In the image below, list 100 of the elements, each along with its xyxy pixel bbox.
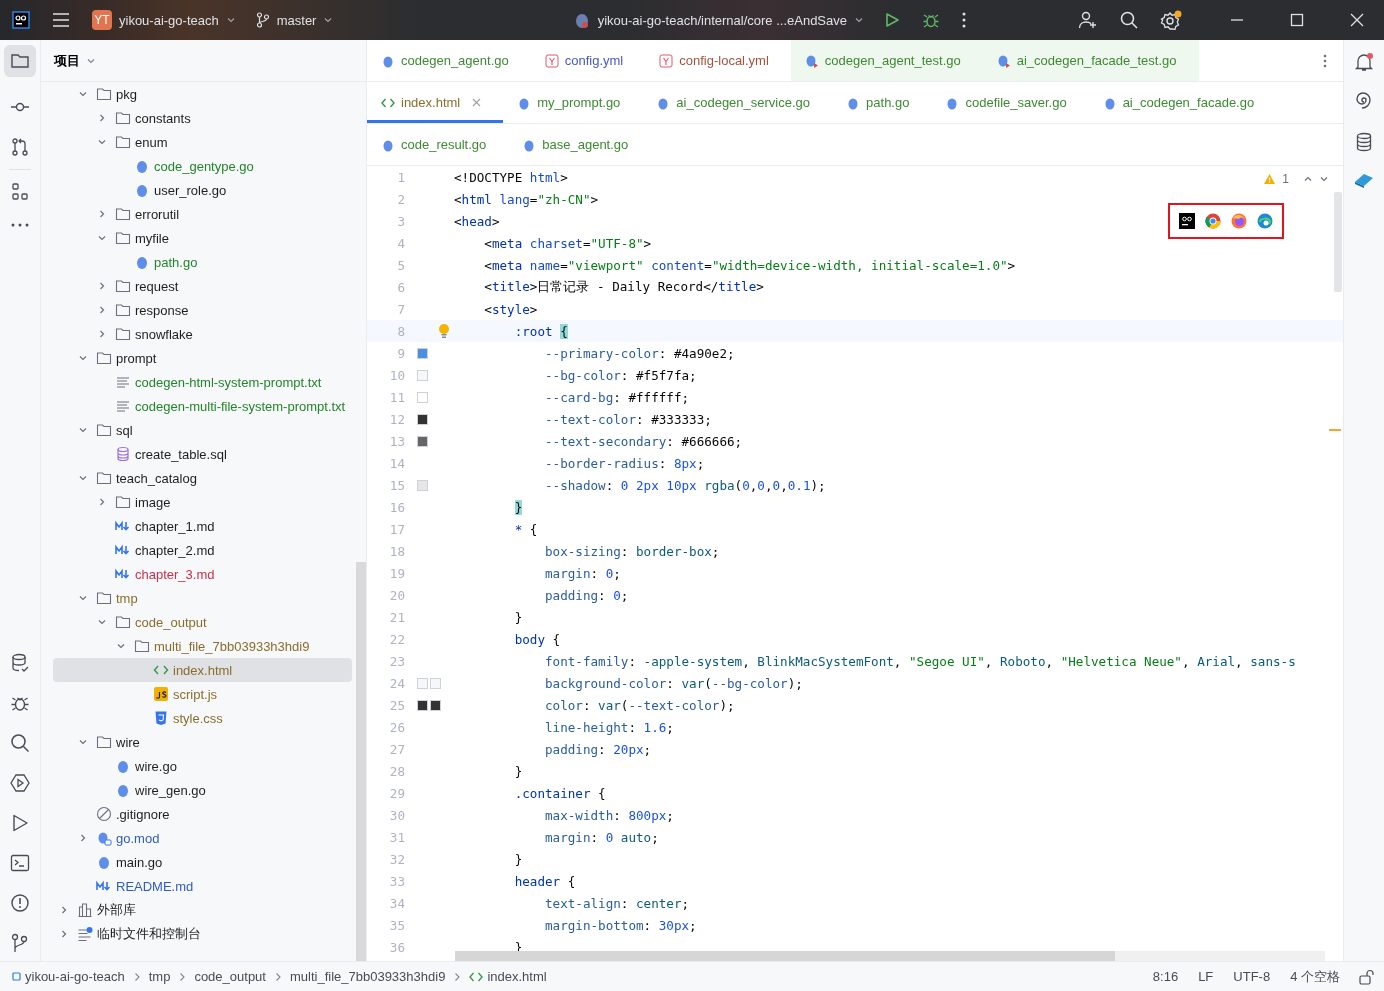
folder-icon[interactable] [4, 45, 36, 77]
branch-icon[interactable] [255, 12, 270, 28]
tree-item[interactable]: enum [53, 130, 352, 154]
tree-item[interactable]: 临时文件和控制台 [53, 922, 352, 946]
expand-chevron-icon[interactable] [59, 905, 69, 915]
tree-item[interactable]: constants [53, 106, 352, 130]
line-separator[interactable]: LF [1198, 969, 1214, 984]
previous-chevron-icon[interactable] [1303, 174, 1313, 184]
collapse-chevron-icon[interactable] [116, 641, 126, 651]
app-logo-icon[interactable] [12, 11, 30, 29]
color-swatch[interactable] [417, 391, 428, 403]
expand-chevron-icon[interactable] [97, 209, 107, 219]
notifications-icon[interactable] [1354, 52, 1374, 72]
tree-item[interactable]: .gitignore [53, 802, 352, 826]
structure-icon[interactable] [10, 182, 30, 202]
problems-icon[interactable] [10, 893, 30, 913]
editor-tab[interactable]: codefile_saver.go [931, 82, 1089, 123]
tree-item[interactable]: main.go [53, 850, 352, 874]
tree-item[interactable]: wire.go [53, 754, 352, 778]
breadcrumb-item[interactable]: index.html [469, 969, 547, 984]
tree-item[interactable]: script.js [53, 682, 352, 706]
breadcrumb-item[interactable]: yikou-ai-go-teach [12, 969, 125, 984]
expand-chevron-icon[interactable] [97, 497, 107, 507]
tree-item[interactable]: style.css [53, 706, 352, 730]
settings-icon[interactable] [1160, 10, 1182, 30]
color-swatch[interactable] [430, 677, 441, 689]
run-configuration-selector[interactable]: yikou-ai-go-teach/internal/core ...eAndSave [572, 11, 864, 29]
lock-icon[interactable] [1358, 968, 1374, 985]
terminal-icon[interactable] [10, 853, 30, 873]
database-icon[interactable] [10, 653, 30, 673]
expand-chevron-icon[interactable] [97, 305, 107, 315]
project-selector[interactable]: YT yikou-ai-go-teach [92, 10, 236, 30]
branch-selector[interactable]: master [255, 12, 334, 28]
breadcrumb-item[interactable]: multi_file_7bb03933h3hdi9 [289, 969, 446, 984]
run-icon[interactable] [884, 12, 900, 28]
tree-item[interactable]: go.mod [53, 826, 352, 850]
breadcrumb-item[interactable]: tmp [148, 969, 171, 984]
editor-tab[interactable]: path.go [832, 82, 932, 123]
debug-icon[interactable] [922, 11, 940, 29]
color-swatch[interactable] [417, 699, 428, 711]
collapse-chevron-icon[interactable] [78, 473, 88, 483]
browser-icon[interactable] [1257, 213, 1273, 229]
more-icon[interactable] [1323, 54, 1327, 68]
color-swatch[interactable] [417, 435, 428, 447]
tree-item[interactable]: index.html [53, 658, 352, 682]
expand-chevron-icon[interactable] [97, 281, 107, 291]
color-swatch[interactable] [417, 369, 428, 381]
tree-item[interactable]: myfile [53, 226, 352, 250]
editor-tab[interactable]: my_prompt.go [503, 82, 643, 123]
tree-item[interactable]: README.md [53, 874, 352, 898]
caret-icon[interactable] [225, 15, 236, 25]
warning-count[interactable]: 1 [1282, 172, 1289, 186]
tree-item[interactable]: multi_file_7bb03933h3hdi9 [53, 634, 352, 658]
tree-item[interactable]: chapter_1.md [53, 514, 352, 538]
caret-icon[interactable] [854, 15, 864, 25]
editor-tab[interactable]: ai_codegen_service.go [642, 82, 833, 123]
expand-chevron-icon[interactable] [78, 833, 88, 843]
spiral-icon[interactable] [1354, 92, 1374, 112]
tree-item[interactable]: chapter_2.md [53, 538, 352, 562]
editor-tab[interactable]: code_result.go [367, 124, 509, 165]
tree-item[interactable]: create_table.sql [53, 442, 352, 466]
tree-item[interactable]: wire [53, 730, 352, 754]
tree-item[interactable]: user_role.go [53, 178, 352, 202]
editor-tab[interactable]: codegen_agent_test.go [790, 40, 983, 81]
breadcrumb-item[interactable]: code_output [194, 969, 266, 984]
lightbulb-icon[interactable] [438, 323, 450, 339]
editor-tab[interactable]: index.html [367, 82, 504, 123]
collapse-chevron-icon[interactable] [97, 137, 107, 147]
tree-item[interactable]: prompt [53, 346, 352, 370]
scrollbar[interactable] [455, 951, 1325, 961]
tree-item[interactable]: code_gentype.go [53, 154, 352, 178]
tree-item[interactable]: chapter_3.md [53, 562, 352, 586]
tree-item[interactable]: pkg [53, 82, 352, 106]
indent-setting[interactable]: 4 个空格 [1290, 967, 1340, 986]
collapse-chevron-icon[interactable] [78, 593, 88, 603]
editor-tab[interactable]: config.yml [530, 40, 646, 81]
project-view-selector[interactable]: 项目 [54, 51, 96, 70]
tree-item[interactable]: response [53, 298, 352, 322]
more-icon[interactable] [10, 222, 30, 228]
collapse-chevron-icon[interactable] [97, 233, 107, 243]
tree-item[interactable]: code_output [53, 610, 352, 634]
collapse-chevron-icon[interactable] [78, 89, 88, 99]
run-icon[interactable] [10, 813, 30, 833]
collapse-chevron-icon[interactable] [78, 425, 88, 435]
git-icon[interactable] [10, 933, 30, 953]
editor-tab[interactable]: config-local.yml [645, 40, 791, 81]
scrollbar[interactable] [356, 562, 366, 961]
color-swatch[interactable] [417, 413, 428, 425]
editor-tab[interactable]: codegen_agent.go [367, 40, 531, 81]
tree-item[interactable]: codegen-html-system-prompt.txt [53, 370, 352, 394]
tree-item[interactable]: path.go [53, 250, 352, 274]
database-icon[interactable] [1354, 132, 1374, 152]
search-icon[interactable] [10, 733, 30, 753]
tree-item[interactable]: codegen-multi-file-system-prompt.txt [53, 394, 352, 418]
expand-chevron-icon[interactable] [97, 329, 107, 339]
more-icon[interactable] [962, 12, 966, 28]
tree-item[interactable]: tmp [53, 586, 352, 610]
tree-item[interactable]: sql [53, 418, 352, 442]
editor-tab[interactable]: ai_codegen_facade_test.go [982, 40, 1199, 81]
tree-item[interactable]: image [53, 490, 352, 514]
